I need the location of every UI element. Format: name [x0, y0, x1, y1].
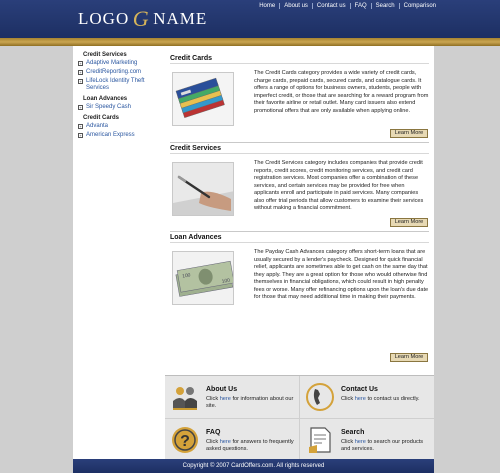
learn-more-button[interactable]: Learn More: [390, 218, 428, 227]
sidebar-heading-credit-cards: Credit Cards: [83, 115, 120, 121]
nav-comparison[interactable]: Comparison: [400, 3, 440, 9]
header-gold-band: [0, 38, 500, 46]
sidebar-link[interactable]: American Express: [86, 132, 135, 139]
contact-us-link[interactable]: here: [355, 396, 366, 402]
section-description: The Credit Cards category provides a wid…: [254, 70, 429, 114]
plus-icon: +: [78, 61, 83, 66]
contact-us-box: Contact Us Click here to contact us dire…: [300, 376, 434, 418]
section-title: Credit Cards: [170, 54, 429, 64]
about-us-link[interactable]: here: [220, 396, 231, 402]
section-description: The Credit Services category includes co…: [254, 160, 424, 211]
loan-advances-image: 100 100: [172, 251, 234, 305]
sidebar-link[interactable]: CreditReporting.com: [86, 69, 141, 76]
box-text: Click here for information about our sit…: [206, 396, 296, 410]
sidebar-heading-loan-advances: Loan Advances: [83, 96, 128, 102]
sidebar-link[interactable]: Sir Speedy Cash: [86, 104, 131, 111]
plus-icon: +: [78, 79, 83, 84]
search-box: Search Click here to search our products…: [300, 419, 434, 461]
box-title: Contact Us: [341, 386, 378, 393]
nav-faq[interactable]: FAQ: [351, 3, 372, 9]
section-title: Credit Services: [170, 144, 429, 154]
sidebar-item-creditreporting[interactable]: + CreditReporting.com: [73, 69, 165, 76]
nav-about-us[interactable]: About us: [280, 3, 313, 9]
plus-icon: +: [78, 133, 83, 138]
credit-services-image: [172, 162, 234, 216]
logo-text-right: NAME: [153, 9, 208, 28]
section-description: The Payday Cash Advances category offers…: [254, 249, 429, 300]
people-icon: [170, 382, 200, 412]
sidebar-item-sir-speedy-cash[interactable]: + Sir Speedy Cash: [73, 104, 165, 111]
svg-text:?: ?: [180, 433, 190, 450]
section-divider: [170, 142, 429, 143]
sidebar-link[interactable]: LifeLock Identity Theft Services: [86, 78, 156, 92]
nav-home[interactable]: Home: [255, 3, 281, 9]
section-credit-cards: Credit Cards The Credit Cards category p…: [170, 54, 429, 142]
sidebar-item-american-express[interactable]: + American Express: [73, 132, 165, 139]
plus-icon: +: [78, 124, 83, 129]
learn-more-button[interactable]: Learn More: [390, 129, 428, 138]
section-title: Loan Advances: [170, 233, 429, 243]
box-text: Click here to contact us directly.: [341, 396, 431, 403]
box-text: Click here for answers to frequently ask…: [206, 439, 296, 453]
box-title: About Us: [206, 386, 238, 393]
box-text-pre: Click: [206, 396, 220, 402]
logo[interactable]: LOGO G NAME: [78, 8, 207, 30]
credit-cards-image: [172, 72, 234, 126]
plus-icon: +: [78, 70, 83, 75]
site-footer: Copyright © 2007 CardOffers.com. All rig…: [73, 459, 434, 473]
sidebar-link[interactable]: Advanta: [86, 123, 108, 130]
question-icon: ?: [170, 425, 200, 455]
faq-box: ? FAQ Click here for answers to frequent…: [165, 419, 299, 461]
about-us-box: About Us Click here for information abou…: [165, 376, 299, 418]
box-text-pre: Click: [341, 439, 355, 445]
logo-text-left: LOGO: [78, 9, 130, 28]
search-link[interactable]: here: [355, 439, 366, 445]
info-boxes: About Us Click here for information abou…: [165, 375, 434, 461]
nav-search[interactable]: Search: [372, 3, 400, 9]
sidebar-item-advanta[interactable]: + Advanta: [73, 123, 165, 130]
document-search-icon: [305, 425, 335, 455]
box-text: Click here to search our products and se…: [341, 439, 431, 453]
box-text-pre: Click: [341, 396, 355, 402]
sidebar-item-adaptive-marketing[interactable]: + Adaptive Marketing: [73, 60, 165, 67]
box-title: FAQ: [206, 429, 221, 436]
nav-contact-us[interactable]: Contact us: [313, 3, 351, 9]
section-divider: [170, 231, 429, 232]
sidebar-item-lifelock[interactable]: + LifeLock Identity Theft Services: [73, 78, 165, 92]
box-text-pre: Click: [206, 439, 220, 445]
learn-more-button[interactable]: Learn More: [390, 353, 428, 362]
top-nav: Home About us Contact us FAQ Search Comp…: [255, 3, 440, 9]
site-header: LOGO G NAME Home About us Contact us FAQ…: [0, 0, 500, 38]
section-credit-services: Credit Services The Credit Services cate…: [170, 144, 429, 230]
box-text-post: to contact us directly.: [365, 396, 420, 402]
phone-icon: [305, 382, 335, 412]
sidebar-heading-credit-services: Credit Services: [83, 52, 127, 58]
faq-link[interactable]: here: [220, 439, 231, 445]
copyright-text: Copyright © 2007 CardOffers.com. All rig…: [182, 463, 325, 469]
section-loan-advances: Loan Advances 100 100 The Payday Cash Ad…: [170, 233, 429, 373]
page-container: Credit Services + Adaptive Marketing + C…: [73, 46, 434, 461]
logo-mark: G: [132, 6, 150, 31]
box-title: Search: [341, 429, 365, 436]
sidebar: Credit Services + Adaptive Marketing + C…: [73, 46, 165, 376]
sidebar-link[interactable]: Adaptive Marketing: [86, 60, 137, 67]
plus-icon: +: [78, 105, 83, 110]
